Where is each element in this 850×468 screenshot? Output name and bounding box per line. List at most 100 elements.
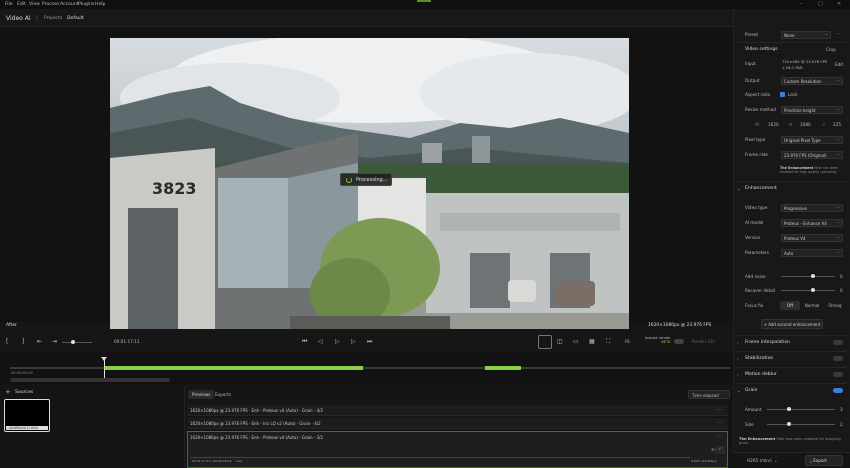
menu-help[interactable]: Help xyxy=(95,2,105,7)
focus-off-option[interactable]: Off xyxy=(780,301,800,310)
enhancement-title[interactable]: Enhancement xyxy=(745,186,777,191)
lock-checkbox[interactable] xyxy=(780,92,785,97)
instant-preview-toggle[interactable] xyxy=(674,339,684,344)
preview-row-label: 1620×1080px @ 23.976 FPS · Enh - Proteus… xyxy=(190,408,324,413)
preview-row[interactable]: 1620×1080px @ 23.976 FPS · Enh - Iris LQ… xyxy=(187,418,728,429)
tab-exports[interactable]: Exports xyxy=(211,390,235,399)
mark-in-icon[interactable]: [ xyxy=(6,338,8,345)
split-view-icon[interactable]: ◫ xyxy=(557,338,563,345)
breadcrumb-separator: › xyxy=(61,15,63,21)
add-noise-knob[interactable] xyxy=(811,274,815,278)
width-input[interactable]: 1620 xyxy=(768,122,779,127)
step-back-icon[interactable]: ◁ xyxy=(318,338,323,345)
chevron-down-icon[interactable]: ⌄ xyxy=(737,388,741,393)
pixel-type-select[interactable]: Original Pixel Type xyxy=(781,136,843,144)
volume-knob[interactable] xyxy=(70,340,75,344)
preset-label: Preset xyxy=(745,32,759,37)
frame-rate-select[interactable]: 23.976 FPS (Original) xyxy=(781,151,843,159)
width-label: W xyxy=(755,122,760,127)
playhead-handle[interactable] xyxy=(100,357,107,361)
menu-plugins[interactable]: Plugins xyxy=(78,2,94,7)
resize-select[interactable]: Prioritize height xyxy=(781,106,843,114)
breadcrumb-projects[interactable]: Projects xyxy=(44,16,62,21)
more-icon[interactable]: ⋯ xyxy=(717,434,722,440)
codec-chevron-icon[interactable]: ⌄ xyxy=(774,458,778,463)
menu-edit[interactable]: Edit xyxy=(17,2,26,7)
x-input[interactable]: 225 xyxy=(833,122,841,127)
recover-detail-knob[interactable] xyxy=(811,288,815,292)
stabilization-title[interactable]: Stabilization xyxy=(745,356,773,361)
chevron-right-icon[interactable]: › xyxy=(737,340,739,345)
add-source-icon[interactable]: + xyxy=(5,388,11,396)
mark-out-icon[interactable]: ] xyxy=(22,338,24,345)
clip-out-icon[interactable]: ⇥ xyxy=(52,338,57,345)
zoom-select[interactable]: Fit xyxy=(625,339,630,344)
preset-select[interactable]: None xyxy=(781,31,831,39)
app-header: Video AI | Projects › Default xyxy=(0,9,733,27)
playhead[interactable] xyxy=(103,358,105,378)
preset-more-icon[interactable]: ⋯ xyxy=(836,31,840,36)
side-by-side-icon[interactable]: ▭ xyxy=(573,338,579,345)
recover-detail-value: 0 xyxy=(840,288,843,293)
menu-file[interactable]: File xyxy=(5,2,13,7)
volume-slider[interactable] xyxy=(62,342,92,343)
parameters-select[interactable]: Auto xyxy=(781,249,843,257)
clip-in-icon[interactable]: ⇤ xyxy=(37,338,42,345)
grain-title[interactable]: Grain xyxy=(745,388,757,393)
motion-deblur-title[interactable]: Motion deblur xyxy=(745,372,777,377)
motion-deblur-toggle[interactable] xyxy=(833,372,843,377)
version-select[interactable]: Proteus V4 xyxy=(781,234,843,242)
video-type-select[interactable]: Progressive xyxy=(781,204,843,212)
size-value: 2 xyxy=(840,422,843,427)
output-resolution-label: 1620×1080px @ 23.976 FPS xyxy=(648,323,712,328)
more-icon[interactable]: ⋯ xyxy=(717,407,722,413)
timeline-scrollbar[interactable] xyxy=(10,378,170,382)
preview-row[interactable]: 1620×1080px @ 23.976 FPS · Enh - Proteus… xyxy=(187,432,728,443)
codec-select[interactable]: H265 (mkv) xyxy=(747,458,772,463)
minimize-icon[interactable]: – xyxy=(800,1,803,7)
output-select[interactable]: Custom Resolution xyxy=(781,77,843,85)
sort-dropdown[interactable]: Time elapsed xyxy=(688,390,730,399)
more-icon[interactable]: ⋯ xyxy=(717,420,722,426)
chevron-right-icon[interactable]: › xyxy=(737,372,739,377)
skip-end-icon[interactable]: ⏭ xyxy=(367,338,372,346)
recover-detail-label: Recover detail xyxy=(745,288,776,293)
chevron-right-icon[interactable]: › xyxy=(737,356,739,361)
frame-interpolation-title[interactable]: Frame interpolation xyxy=(745,340,790,345)
x-label: × xyxy=(822,122,826,127)
fullscreen-icon[interactable]: ⛶ xyxy=(606,338,610,346)
play-icon[interactable]: ▷ xyxy=(335,338,340,345)
height-input[interactable]: 1080 xyxy=(800,122,811,127)
ai-model-select[interactable]: Proteus - Enhance V4 xyxy=(781,219,843,227)
maximize-icon[interactable]: □ xyxy=(818,1,823,7)
output-label: Output xyxy=(745,78,760,83)
crop-button[interactable]: Crop xyxy=(826,47,836,52)
frame-interpolation-toggle[interactable] xyxy=(833,340,843,345)
add-noise-slider[interactable] xyxy=(781,276,835,277)
menu-process[interactable]: Process xyxy=(42,2,59,7)
divider xyxy=(737,367,847,368)
compare-grid-icon[interactable]: ▦ xyxy=(589,338,595,345)
menu-view[interactable]: View xyxy=(29,2,40,7)
render-button[interactable]: Render 10s xyxy=(692,339,715,344)
preview-row[interactable]: 1620×1080px @ 23.976 FPS · Enh - Proteus… xyxy=(187,405,728,416)
single-view-button[interactable] xyxy=(538,335,552,349)
grain-toggle[interactable] xyxy=(833,388,843,393)
close-icon[interactable]: ✕ xyxy=(837,1,841,7)
chevron-down-icon[interactable]: ⌄ xyxy=(737,186,741,191)
size-slider[interactable] xyxy=(767,424,835,425)
focus-normal-option[interactable]: Normal xyxy=(801,301,823,310)
check-icon[interactable]: ✓ xyxy=(715,446,725,454)
preview-row-label: 1620×1080px @ 23.976 FPS · Enh - Iris LQ… xyxy=(190,421,321,426)
edit-button[interactable]: Edit xyxy=(835,62,843,67)
focus-strong-option[interactable]: Strong xyxy=(824,301,846,310)
add-second-enhancement-button[interactable]: + Add second enhancement xyxy=(761,319,823,329)
stabilization-toggle[interactable] xyxy=(833,356,843,361)
skip-start-icon[interactable]: ⏮ xyxy=(302,338,307,346)
menu-account[interactable]: Account xyxy=(60,2,79,7)
preview-range-segment xyxy=(103,366,363,370)
export-button[interactable]: ⤓ Export xyxy=(805,455,843,466)
step-forward-icon[interactable]: ▷ xyxy=(351,338,356,345)
recover-detail-slider[interactable] xyxy=(781,290,835,291)
amount-slider[interactable] xyxy=(767,409,835,410)
